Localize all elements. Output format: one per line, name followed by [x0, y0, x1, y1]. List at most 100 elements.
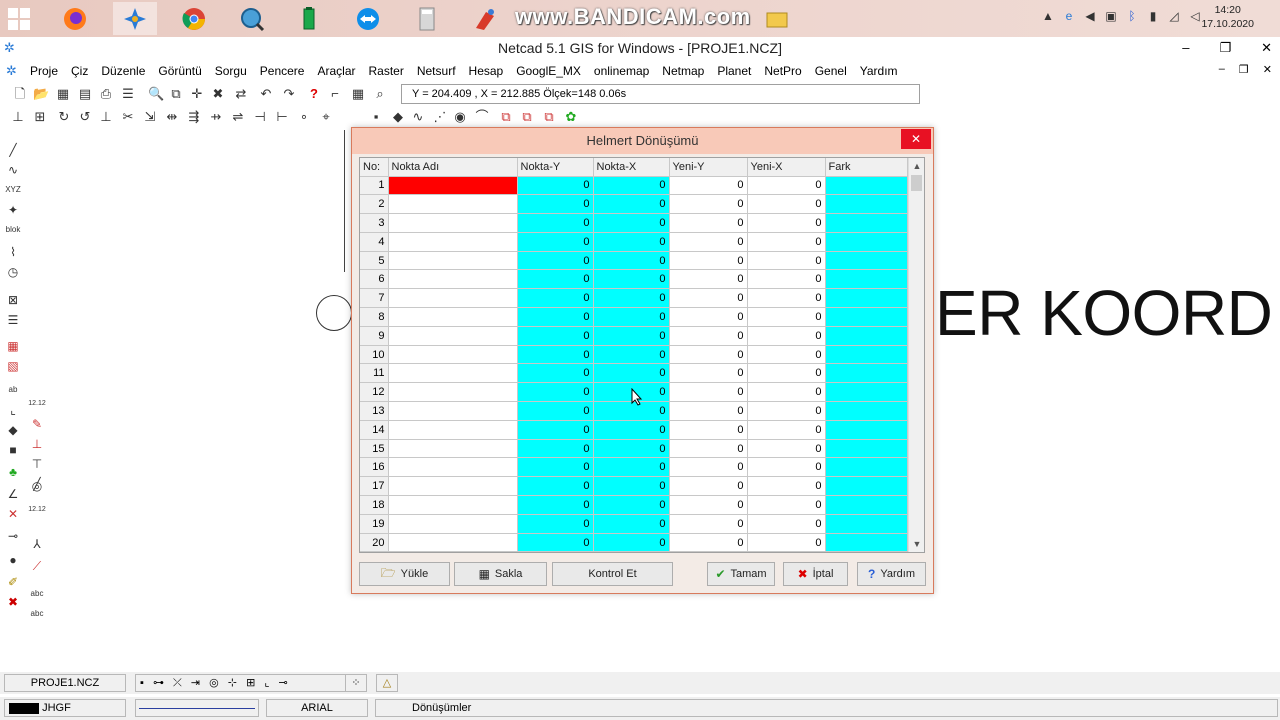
- block-tool-icon[interactable]: blok: [4, 222, 22, 238]
- table-row[interactable]: 17 0 0 0 0: [360, 476, 908, 497]
- new-x-cell[interactable]: 0: [747, 401, 826, 421]
- new-y-cell[interactable]: 0: [669, 307, 748, 327]
- point-x-cell[interactable]: 0: [593, 345, 670, 365]
- new-x-cell[interactable]: 0: [747, 363, 826, 384]
- point-name-cell[interactable]: [388, 213, 518, 233]
- point-name-cell[interactable]: [388, 439, 518, 459]
- table-row[interactable]: 80000: [360, 307, 908, 327]
- point-y-cell[interactable]: 0: [517, 439, 594, 459]
- abc2-tool-icon[interactable]: abc: [28, 606, 46, 622]
- measure-tool-icon[interactable]: ⟋: [28, 558, 46, 574]
- offset-icon[interactable]: ⊞: [32, 109, 48, 125]
- text-block-icon[interactable]: ☰: [4, 312, 22, 328]
- save-icon[interactable]: ▦: [55, 86, 71, 102]
- point-y-cell[interactable]: 0: [517, 533, 594, 552]
- speaker-icon[interactable]: ◀: [1083, 9, 1097, 23]
- table-row[interactable]: 10 0 0 0 0: [360, 345, 908, 365]
- calculator-icon[interactable]: [405, 2, 449, 35]
- new-y-cell[interactable]: 0: [669, 514, 748, 534]
- menu-item-onlinemap[interactable]: onlinemap: [594, 64, 649, 78]
- column-header[interactable]: Fark: [825, 158, 908, 177]
- new-y-cell[interactable]: 0: [669, 495, 748, 515]
- new-y-cell[interactable]: 0: [669, 533, 748, 552]
- menu-item--iz[interactable]: Çiz: [71, 64, 88, 78]
- table-row[interactable]: 70000: [360, 288, 908, 309]
- move-icon[interactable]: ⇄: [233, 86, 249, 102]
- new-y-cell[interactable]: 0: [669, 401, 748, 421]
- difference-cell[interactable]: [825, 194, 908, 215]
- point-name-cell[interactable]: [388, 382, 518, 403]
- table-row[interactable]: 11 0 0 0 0: [360, 363, 908, 384]
- menu-item-yard-m[interactable]: Yardım: [860, 64, 898, 78]
- difference-cell[interactable]: [825, 176, 908, 196]
- menu-item-netsurf[interactable]: Netsurf: [417, 64, 456, 78]
- point-name-cell[interactable]: [388, 269, 518, 290]
- y-tool-icon[interactable]: ⅄: [28, 536, 46, 552]
- snap-modes[interactable]: ▪ ⊶ ⤫ ⇥ ◎ ⊹ ⊞ ⌞ ⊸: [135, 674, 367, 692]
- menu-item-google-mx[interactable]: GooglE_MX: [516, 64, 581, 78]
- volume-icon[interactable]: ◁: [1188, 9, 1202, 23]
- new-y-cell[interactable]: 0: [669, 213, 748, 233]
- survey-tool-icon[interactable]: ♣: [4, 464, 22, 480]
- mdi-close-button[interactable]: ✕: [1263, 63, 1272, 76]
- point-name-cell[interactable]: [388, 495, 518, 515]
- point-name-cell[interactable]: [388, 514, 518, 534]
- point-y-cell[interactable]: 0: [517, 194, 594, 215]
- menu-item-netpro[interactable]: NetPro: [764, 64, 801, 78]
- point-x-cell[interactable]: 0: [593, 176, 670, 196]
- new-x-cell[interactable]: 0: [747, 194, 826, 215]
- bomb-tool-icon[interactable]: ●: [4, 552, 22, 568]
- document-menu-icon[interactable]: ✲: [6, 63, 17, 79]
- new-x-cell[interactable]: 0: [747, 307, 826, 327]
- point-name-cell[interactable]: [388, 194, 518, 215]
- dash-tool-icon[interactable]: ⊸: [4, 528, 22, 544]
- trim-icon[interactable]: ⊥: [98, 109, 114, 125]
- new-x-cell[interactable]: 0: [747, 345, 826, 365]
- difference-cell[interactable]: [825, 363, 908, 384]
- menu-item-genel[interactable]: Genel: [815, 64, 847, 78]
- pan-icon[interactable]: ✛: [189, 86, 205, 102]
- new-x-cell[interactable]: 0: [747, 251, 826, 271]
- difference-cell[interactable]: [825, 307, 908, 327]
- difference-cell[interactable]: [825, 288, 908, 309]
- mdi-restore-button[interactable]: ❐: [1239, 63, 1249, 76]
- hatch-icon[interactable]: ⋰: [432, 109, 448, 125]
- point-tool-icon[interactable]: ✦: [4, 202, 22, 218]
- clock-tool-icon[interactable]: ◷: [4, 264, 22, 280]
- point-y-cell[interactable]: 0: [517, 476, 594, 497]
- point-icon[interactable]: ∘: [296, 109, 312, 125]
- undo-icon[interactable]: ↶: [258, 86, 274, 102]
- rotate-icon[interactable]: ↻: [56, 109, 72, 125]
- abc-tool-icon[interactable]: abc: [28, 586, 46, 602]
- point-y-cell[interactable]: 0: [517, 514, 594, 534]
- menu-item-hesap[interactable]: Hesap: [469, 64, 504, 78]
- point-x-cell[interactable]: 0: [593, 194, 670, 215]
- table-row[interactable]: 50000: [360, 251, 908, 271]
- table-row[interactable]: 14 0 0 0 0: [360, 420, 908, 440]
- load-button[interactable]: 🗁 Yükle: [359, 562, 450, 586]
- new-y-cell[interactable]: 0: [669, 326, 748, 346]
- check-button[interactable]: Kontrol Et: [552, 562, 673, 586]
- print-preview-icon[interactable]: ▤: [77, 86, 93, 102]
- print-icon[interactable]: ⎙: [98, 86, 114, 102]
- height-tool-icon[interactable]: ⊤: [28, 456, 46, 472]
- bluetooth-icon[interactable]: ᛒ: [1125, 9, 1139, 23]
- font-status[interactable]: ARIAL: [266, 699, 368, 717]
- column-header[interactable]: Nokta Adı: [388, 158, 518, 177]
- menu-item-raster[interactable]: Raster: [369, 64, 404, 78]
- table-row[interactable]: 90000: [360, 326, 908, 346]
- point-name-cell[interactable]: [388, 176, 518, 196]
- point-x-cell[interactable]: 0: [593, 251, 670, 271]
- battery-app-icon[interactable]: [287, 2, 331, 35]
- block-icon[interactable]: ⧉: [541, 109, 557, 125]
- new-x-cell[interactable]: 0: [747, 232, 826, 252]
- new-y-cell[interactable]: 0: [669, 476, 748, 497]
- point-y-cell[interactable]: 0: [517, 213, 594, 233]
- minimize-button[interactable]: –: [1182, 40, 1189, 56]
- reverse-icon[interactable]: ↺: [77, 109, 93, 125]
- display-icon[interactable]: ▣: [1104, 9, 1118, 23]
- difference-cell[interactable]: [825, 345, 908, 365]
- point-y-cell[interactable]: 0: [517, 288, 594, 309]
- join-icon[interactable]: ⊢: [274, 109, 290, 125]
- table-row[interactable]: 30000: [360, 213, 908, 233]
